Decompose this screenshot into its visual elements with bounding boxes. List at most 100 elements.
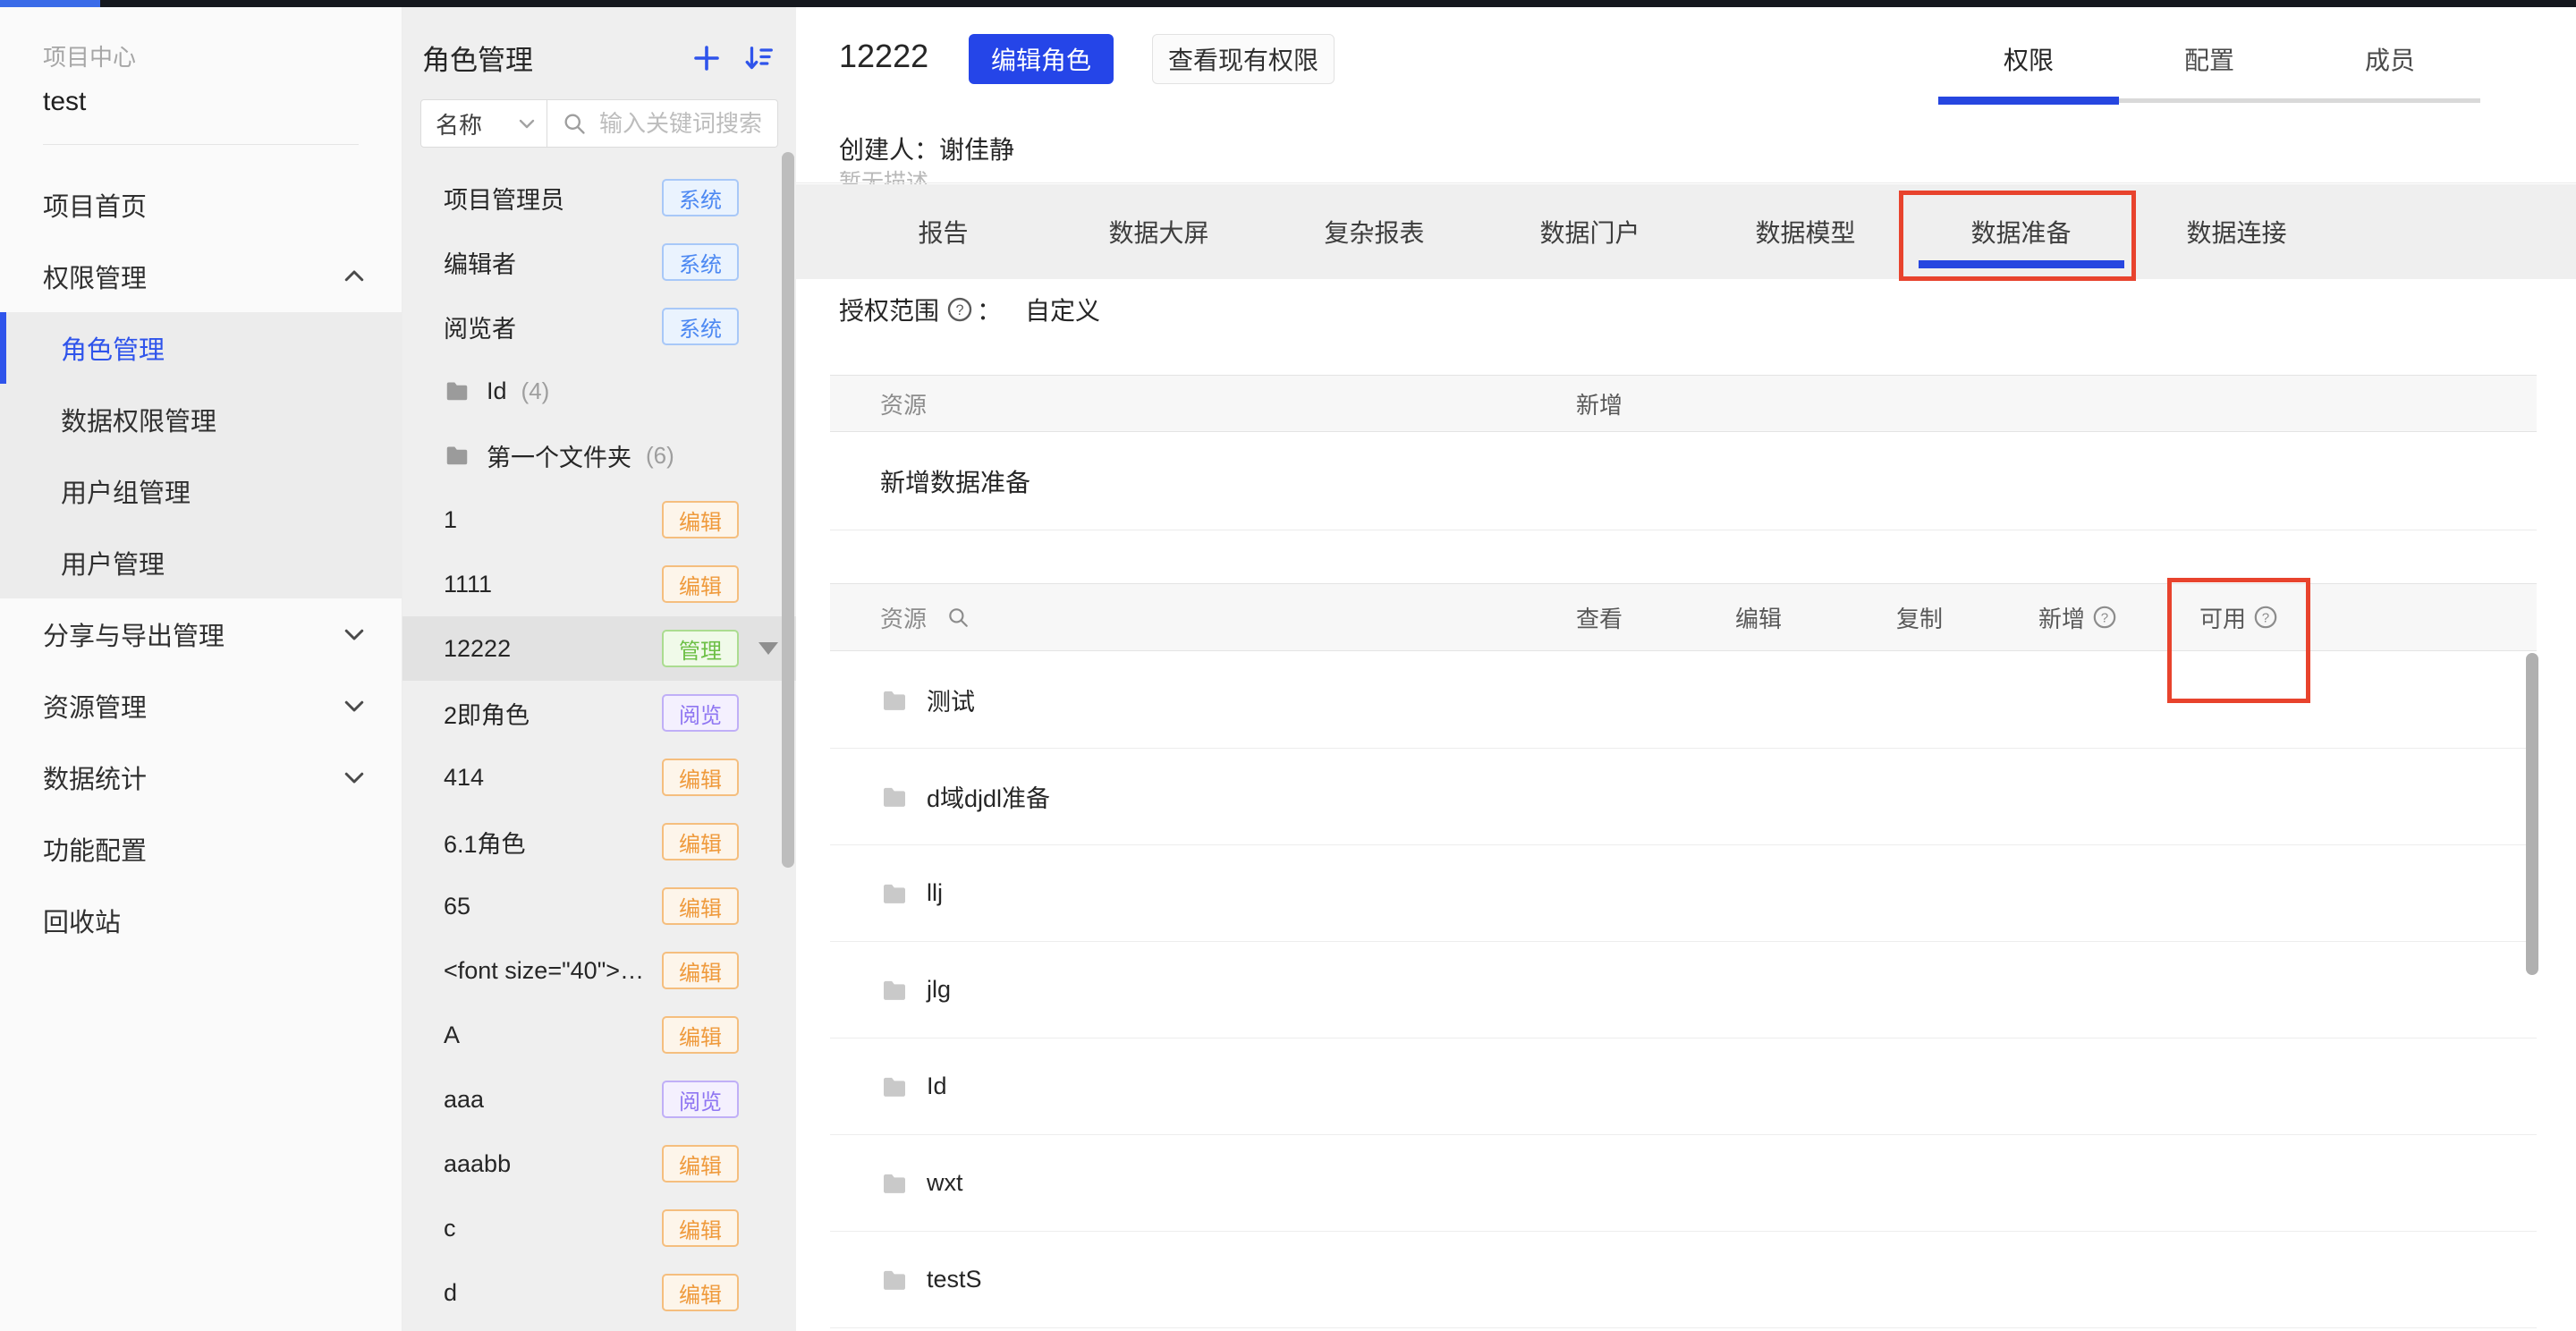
- folder-icon: [880, 1266, 909, 1294]
- view-existing-permissions-button[interactable]: 查看现有权限: [1152, 34, 1335, 84]
- role-badge: 编辑: [662, 1274, 739, 1311]
- tab-members[interactable]: 成员: [2300, 34, 2480, 84]
- search-field-select[interactable]: 名称: [420, 99, 547, 148]
- resource-tab-label: 数据连接: [2186, 214, 2286, 250]
- resource-name: jlg: [927, 976, 951, 1004]
- resource-name: 测试: [927, 682, 975, 717]
- sidebar-item[interactable]: 数据统计: [0, 742, 402, 813]
- role-badge: 编辑: [662, 1145, 739, 1183]
- help-circle-icon[interactable]: ?: [946, 296, 973, 323]
- help-circle-icon[interactable]: ?: [2092, 605, 2117, 630]
- svg-text:?: ?: [2101, 610, 2108, 625]
- browser-top-strip: [0, 0, 2576, 7]
- role-list-item[interactable]: 2即角色阅览: [402, 681, 796, 745]
- sidebar-item[interactable]: 用户组管理: [0, 455, 402, 527]
- role-list-item[interactable]: 65编辑: [402, 874, 796, 938]
- sidebar-item[interactable]: 功能配置: [0, 813, 402, 885]
- resource-name: llj: [927, 879, 943, 907]
- sidebar-item-label: 资源管理: [43, 687, 341, 725]
- perm-column-header: 可用?: [2167, 601, 2310, 634]
- sidebar-item-label: 用户管理: [61, 544, 165, 581]
- resource-tab[interactable]: 复杂报表: [1267, 184, 1482, 279]
- creator-name: 谢佳静: [939, 136, 1014, 164]
- folder-icon: [880, 686, 909, 715]
- role-count: (6): [646, 442, 674, 470]
- role-badge: 编辑: [662, 952, 739, 989]
- sidebar-item[interactable]: 项目首页: [0, 169, 402, 241]
- resource-tab[interactable]: 数据模型: [1698, 184, 1913, 279]
- chevron-down-icon: [341, 692, 368, 719]
- table-row[interactable]: wxt: [830, 1135, 2537, 1232]
- resource-tab[interactable]: 数据连接: [2129, 184, 2344, 279]
- table-row[interactable]: Id: [830, 1039, 2537, 1135]
- resource-name: testS: [927, 1266, 982, 1293]
- perm-column-label: 可用: [2199, 601, 2246, 634]
- role-list-item[interactable]: <font size="40">…编辑: [402, 938, 796, 1003]
- content-scrollbar[interactable]: [2526, 653, 2538, 975]
- resource-header-label: 资源: [880, 601, 927, 634]
- add-table-row[interactable]: 新增数据准备: [830, 432, 2537, 530]
- role-list-item[interactable]: 1 编辑: [402, 487, 796, 552]
- sidebar-item[interactable]: 数据权限管理: [0, 384, 402, 455]
- search-icon[interactable]: [946, 606, 970, 629]
- role-search-box: [547, 99, 778, 148]
- search-icon: [562, 111, 587, 136]
- role-list-item[interactable]: d 编辑: [402, 1260, 796, 1325]
- role-list-item[interactable]: 6.1角色编辑: [402, 810, 796, 874]
- sidebar-item[interactable]: 资源管理: [0, 670, 402, 742]
- resource-tab[interactable]: 数据准备: [1913, 184, 2129, 279]
- scope-label: 授权范围: [839, 292, 939, 327]
- sort-icon[interactable]: [742, 42, 775, 74]
- chevron-down-icon: [341, 621, 368, 648]
- help-circle-icon[interactable]: ?: [2253, 605, 2278, 630]
- role-list-item[interactable]: Id(4): [402, 359, 796, 423]
- role-list-item[interactable]: c编辑: [402, 1196, 796, 1260]
- perm-column-label: 编辑: [1735, 601, 1782, 634]
- table-row[interactable]: llj: [830, 845, 2537, 942]
- role-list-item[interactable]: aaa阅览: [402, 1067, 796, 1132]
- role-name: d: [444, 1279, 457, 1307]
- role-list-item[interactable]: 1111编辑: [402, 552, 796, 616]
- edit-role-button[interactable]: 编辑角色: [969, 34, 1114, 84]
- add-table-resource-header: 资源: [830, 387, 927, 420]
- project-name[interactable]: test: [43, 87, 402, 117]
- add-table-add-column-header: 新增: [1528, 387, 1671, 420]
- role-list-item[interactable]: 阅览者系统: [402, 294, 796, 359]
- role-list-item[interactable]: A编辑: [402, 1003, 796, 1067]
- role-search-input[interactable]: [597, 109, 777, 139]
- role-name: 项目管理员: [444, 181, 564, 216]
- role-name: A: [444, 1022, 460, 1049]
- role-name: c: [444, 1215, 456, 1242]
- sidebar-item[interactable]: 角色管理: [0, 312, 402, 384]
- active-tab-underline: [1919, 260, 2124, 268]
- permission-table-header: 资源 查看编辑复制新增?可用?: [830, 583, 2537, 651]
- resource-tab[interactable]: 报告: [835, 184, 1051, 279]
- add-role-button[interactable]: [691, 42, 723, 74]
- sidebar-item[interactable]: 用户管理: [0, 527, 402, 598]
- role-list-item[interactable]: 414编辑: [402, 745, 796, 810]
- table-row[interactable]: 测试: [830, 652, 2537, 749]
- sidebar-item[interactable]: 权限管理: [0, 241, 402, 312]
- role-list-item[interactable]: 第一个文件夹(6): [402, 423, 796, 487]
- tab-config[interactable]: 配置: [2119, 34, 2300, 84]
- sidebar-item[interactable]: 分享与导出管理: [0, 598, 402, 670]
- resource-tab[interactable]: 数据门户: [1482, 184, 1698, 279]
- role-title: 12222: [839, 38, 928, 75]
- table-row[interactable]: testS: [830, 1232, 2537, 1328]
- role-list-scrollbar[interactable]: [782, 152, 794, 868]
- table-row[interactable]: jlg: [830, 942, 2537, 1039]
- sidebar-item[interactable]: 回收站: [0, 885, 402, 956]
- role-list-item[interactable]: aaabb编辑: [402, 1132, 796, 1196]
- resource-tab[interactable]: 数据大屏: [1051, 184, 1267, 279]
- role-name: 1: [444, 506, 457, 534]
- folder-icon: [444, 442, 470, 469]
- role-list-item[interactable]: 12222管理: [402, 616, 796, 681]
- top-strip-blue-segment: [0, 0, 100, 7]
- role-badge: 编辑: [662, 501, 739, 538]
- role-list-item[interactable]: 项目管理员系统: [402, 165, 796, 230]
- table-row[interactable]: d域djdl准备: [830, 749, 2537, 845]
- caret-down-icon[interactable]: [758, 642, 778, 655]
- role-list-item[interactable]: 编辑者系统: [402, 230, 796, 294]
- tab-permissions[interactable]: 权限: [1938, 34, 2119, 84]
- role-badge: 系统: [662, 243, 739, 281]
